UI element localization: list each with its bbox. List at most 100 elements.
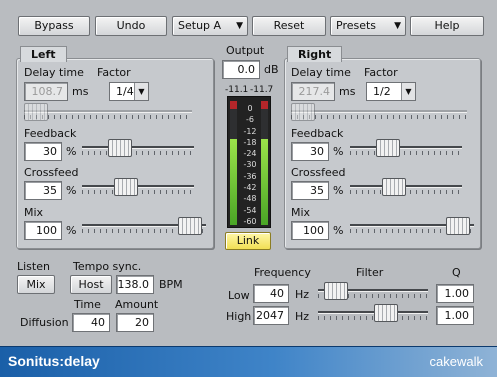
right-crossfeed-slider[interactable] [350,178,462,198]
left-feedback-label: Feedback [24,127,77,140]
tempo-host-button[interactable]: Host [70,275,112,294]
right-factor-label: Factor [364,66,398,79]
filter-low-freq-field[interactable]: 40 [253,284,289,303]
left-crossfeed-slider[interactable] [82,178,194,198]
right-panel-title: Right [287,46,343,62]
left-feedback-slider[interactable] [82,139,194,159]
meter-scale-tick: -6 [246,115,254,125]
slider-thumb[interactable] [114,178,138,196]
right-feedback-percent: % [333,145,344,158]
right-level-bar [261,101,268,225]
output-unit: dB [264,63,279,76]
filter-high-slider[interactable] [318,304,428,324]
chevron-down-icon: ▼ [394,21,401,31]
filter-high-freq-field[interactable]: 2047 [253,306,289,325]
right-mix-label: Mix [291,206,311,219]
filter-low-hz: Hz [295,288,310,301]
slider-thumb[interactable] [324,282,348,300]
slider-thumb[interactable] [374,304,398,322]
right-delay-time-field[interactable]: 217.4 [291,82,335,101]
meter-scale-tick: -30 [243,160,257,170]
left-delay-time-label: Delay time [24,66,84,79]
meter-scale-tick: -24 [243,149,257,159]
left-feedback-field[interactable]: 30 [24,142,62,161]
filter-high-q-field[interactable]: 1.00 [436,306,474,325]
cakewalk-logo: cakewalk [429,354,483,369]
diffusion-time-field[interactable]: 40 [72,313,110,332]
left-crossfeed-field[interactable]: 35 [24,181,62,200]
right-crossfeed-percent: % [333,184,344,197]
right-factor-select[interactable]: 1/2 ▼ [366,82,416,101]
right-mix-slider[interactable] [350,217,474,237]
footer-bar: Sonitus:delay cakewalk [0,346,497,377]
left-feedback-percent: % [66,145,77,158]
bypass-button[interactable]: Bypass [18,16,90,36]
right-crossfeed-label: Crossfeed [291,166,346,179]
filter-q-label: Q [452,266,461,279]
peak-left-readout: -11.1 [225,85,249,95]
output-label: Output [226,44,265,57]
slider-thumb[interactable] [178,217,202,235]
filter-label: Filter [356,266,384,279]
chevron-down-icon: ▼ [401,83,415,100]
left-delay-time-unit: ms [72,85,89,98]
left-level-bar [230,101,237,225]
right-delay-time-label: Delay time [291,66,351,79]
link-button[interactable]: Link [225,232,271,250]
filter-high-hz: Hz [295,310,310,323]
filter-low-label: Low [228,289,250,302]
meter-scale-tick: -12 [243,126,257,136]
filter-high-label: High [226,310,252,323]
filter-low-q-field[interactable]: 1.00 [436,284,474,303]
reset-button[interactable]: Reset [252,16,326,36]
tempo-bpm-field[interactable]: 138.0 [116,275,154,294]
right-feedback-field[interactable]: 30 [291,142,329,161]
meter-scale-tick: -60 [243,216,257,226]
left-crossfeed-percent: % [66,184,77,197]
peak-right-readout: -11.7 [250,85,274,95]
tempo-bpm-unit: BPM [159,278,183,291]
slider-thumb[interactable] [24,103,48,121]
left-mix-field[interactable]: 100 [24,221,62,240]
left-panel-title: Left [20,46,67,62]
right-feedback-slider[interactable] [350,139,462,159]
slider-thumb[interactable] [382,178,406,196]
left-delay-time-field[interactable]: 108.7 [24,82,68,101]
left-factor-value: 1/4 [116,85,134,98]
right-factor-value: 1/2 [373,85,391,98]
listen-mix-button[interactable]: Mix [17,275,55,294]
diffusion-time-label: Time [74,298,101,311]
diffusion-amount-label: Amount [115,298,159,311]
undo-button[interactable]: Undo [95,16,167,36]
slider-thumb[interactable] [108,139,132,157]
slider-thumb[interactable] [446,217,470,235]
meter-scale-tick: -42 [243,183,257,193]
left-factor-select[interactable]: 1/4 ▼ [109,82,149,101]
slider-thumb[interactable] [376,139,400,157]
left-mix-slider[interactable] [82,217,206,237]
left-delay-time-slider[interactable] [24,103,192,123]
setup-dropdown[interactable]: Setup A ▼ [172,16,248,36]
left-factor-label: Factor [97,66,131,79]
tempo-sync-label: Tempo sync. [73,260,142,273]
right-mix-field[interactable]: 100 [291,221,329,240]
meter-scale-tick: -18 [243,137,257,147]
presets-dropdown-label: Presets [336,19,377,32]
presets-dropdown[interactable]: Presets ▼ [330,16,406,36]
listen-label: Listen [17,260,50,273]
help-button[interactable]: Help [410,16,484,36]
left-mix-label: Mix [24,206,44,219]
meter-scale-tick: -48 [243,194,257,204]
slider-thumb[interactable] [291,103,315,121]
output-gain-field[interactable]: 0.0 [222,60,260,79]
sonitus-delay-plugin: { "toolbar": { "bypass": "Bypass", "undo… [0,0,497,377]
product-name: Sonitus:delay [8,353,100,369]
setup-dropdown-label: Setup A [178,19,222,32]
filter-low-slider[interactable] [318,282,428,302]
right-crossfeed-field[interactable]: 35 [291,181,329,200]
meter-scale-tick: -36 [243,171,257,181]
diffusion-amount-field[interactable]: 20 [116,313,154,332]
right-mix-percent: % [333,224,344,237]
right-delay-time-slider[interactable] [291,103,467,123]
filter-frequency-label: Frequency [254,266,311,279]
